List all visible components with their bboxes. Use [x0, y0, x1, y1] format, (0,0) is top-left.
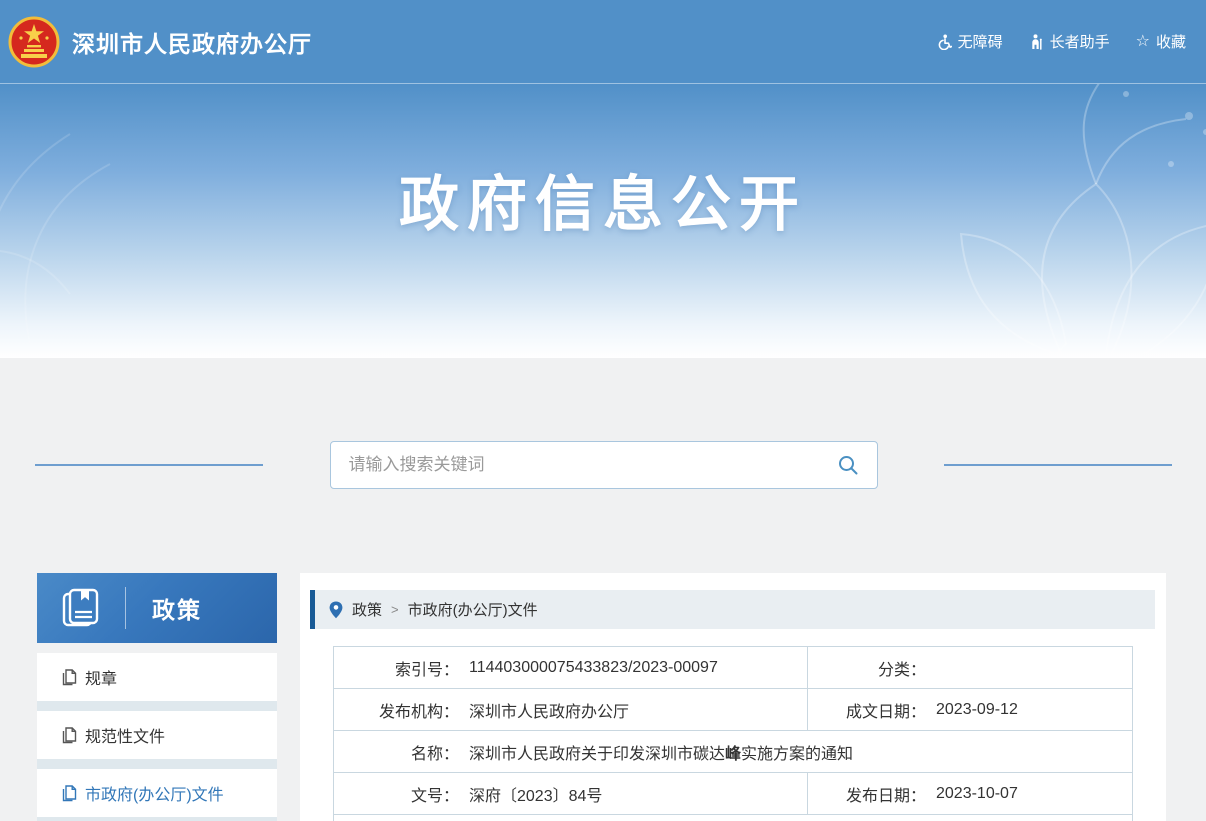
sidebar-items: 规章 规范性文件 市政府(办公厅)文件 — [37, 653, 277, 821]
search-section — [0, 441, 1206, 489]
partial-cell — [334, 815, 1132, 821]
star-icon: ☆ — [1136, 34, 1150, 50]
index-number-label: 索引号： — [334, 656, 459, 680]
table-row-publisher: 发布机构： 深圳市人民政府办公厅 成文日期： 2023-09-12 — [334, 688, 1132, 730]
write-date-cell: 成文日期： 2023-09-12 — [808, 689, 1132, 730]
table-row-index: 索引号： 114403000075433823/2023-00097 分类： — [334, 647, 1132, 688]
search-button[interactable] — [835, 452, 861, 478]
write-date-label: 成文日期： — [808, 698, 926, 722]
accessibility-link[interactable]: 无障碍 — [936, 31, 1003, 52]
favorite-link[interactable]: ☆ 收藏 — [1136, 31, 1186, 52]
sidebar-header-divider — [125, 587, 126, 629]
breadcrumb-separator: > — [391, 602, 399, 617]
highlighted-keyword: 峰 — [725, 746, 741, 763]
sidebar-item-label: 规范性文件 — [85, 723, 165, 747]
location-pin-icon — [329, 601, 343, 619]
table-row-partial — [334, 814, 1132, 821]
favorite-label: 收藏 — [1156, 31, 1186, 52]
document-name-cell: 名称： 深圳市人民政府关于印发深圳市碳达峰实施方案的通知 — [334, 731, 1132, 772]
sidebar-header-label: 政策 — [152, 591, 202, 625]
left-decor-line — [35, 464, 263, 466]
search-icon — [837, 454, 859, 476]
search-box — [330, 441, 878, 489]
sidebar: 政策 规章 规范性文件 — [37, 573, 277, 821]
doc-number-value: 深府〔2023〕84号 — [469, 782, 602, 806]
document-icon — [62, 785, 77, 802]
table-row-doc-number: 文号： 深府〔2023〕84号 发布日期： 2023-10-07 — [334, 772, 1132, 814]
sidebar-item-normative-documents[interactable]: 规范性文件 — [37, 711, 277, 759]
main-panel: 政策 > 市政府(办公厅)文件 索引号： 114403000075433823/… — [300, 573, 1166, 821]
elder-assist-label: 长者助手 — [1050, 31, 1110, 52]
document-info-table: 索引号： 114403000075433823/2023-00097 分类： 发… — [333, 646, 1133, 821]
index-number-value: 114403000075433823/2023-00097 — [469, 659, 718, 677]
policy-book-icon — [59, 586, 103, 630]
breadcrumb: 政策 > 市政府(办公厅)文件 — [310, 590, 1155, 629]
sidebar-item-regulations[interactable]: 规章 — [37, 653, 277, 701]
write-date-value: 2023-09-12 — [936, 701, 1018, 719]
wheelchair-icon — [936, 34, 952, 50]
sidebar-header: 政策 — [37, 573, 277, 643]
publish-date-label: 发布日期： — [808, 782, 926, 806]
elder-assist-link[interactable]: 长者助手 — [1029, 31, 1110, 52]
sidebar-item-municipal-documents[interactable]: 市政府(办公厅)文件 — [37, 769, 277, 817]
table-row-name: 名称： 深圳市人民政府关于印发深圳市碳达峰实施方案的通知 — [334, 730, 1132, 772]
content-zone: 政策 规章 规范性文件 — [0, 358, 1206, 821]
doc-number-label: 文号： — [334, 782, 459, 806]
document-name-value: 深圳市人民政府关于印发深圳市碳达峰实施方案的通知 — [469, 740, 853, 764]
search-input[interactable] — [349, 455, 835, 475]
publisher-value: 深圳市人民政府办公厅 — [469, 698, 629, 722]
breadcrumb-policy-link[interactable]: 政策 — [352, 599, 382, 620]
header-links: 无障碍 长者助手 ☆ 收藏 — [936, 31, 1186, 52]
publish-date-value: 2023-10-07 — [936, 785, 1018, 803]
category-label: 分类： — [808, 656, 926, 680]
banner: 政府信息公开 — [0, 84, 1206, 358]
sidebar-item-label: 规章 — [85, 665, 117, 689]
page-title: 政府信息公开 — [0, 156, 1206, 243]
document-icon — [62, 669, 77, 686]
publisher-cell: 发布机构： 深圳市人民政府办公厅 — [334, 689, 808, 730]
sidebar-item-label: 市政府(办公厅)文件 — [85, 781, 224, 805]
document-name-label: 名称： — [334, 740, 459, 764]
right-decor-line — [944, 464, 1172, 466]
top-header: 深圳市人民政府办公厅 无障碍 长者助手 ☆ 收藏 — [0, 0, 1206, 84]
site-title: 深圳市人民政府办公厅 — [72, 25, 312, 59]
national-emblem-icon — [8, 16, 60, 68]
elder-person-icon — [1029, 34, 1044, 50]
doc-number-cell: 文号： 深府〔2023〕84号 — [334, 773, 808, 814]
accessibility-label: 无障碍 — [958, 31, 1003, 52]
publish-date-cell: 发布日期： 2023-10-07 — [808, 773, 1132, 814]
document-icon — [62, 727, 77, 744]
publisher-label: 发布机构： — [334, 698, 459, 722]
content-row: 政策 规章 规范性文件 — [0, 573, 1206, 821]
index-number-cell: 索引号： 114403000075433823/2023-00097 — [334, 647, 808, 688]
breadcrumb-current: 市政府(办公厅)文件 — [408, 599, 538, 620]
category-cell: 分类： — [808, 647, 1132, 688]
